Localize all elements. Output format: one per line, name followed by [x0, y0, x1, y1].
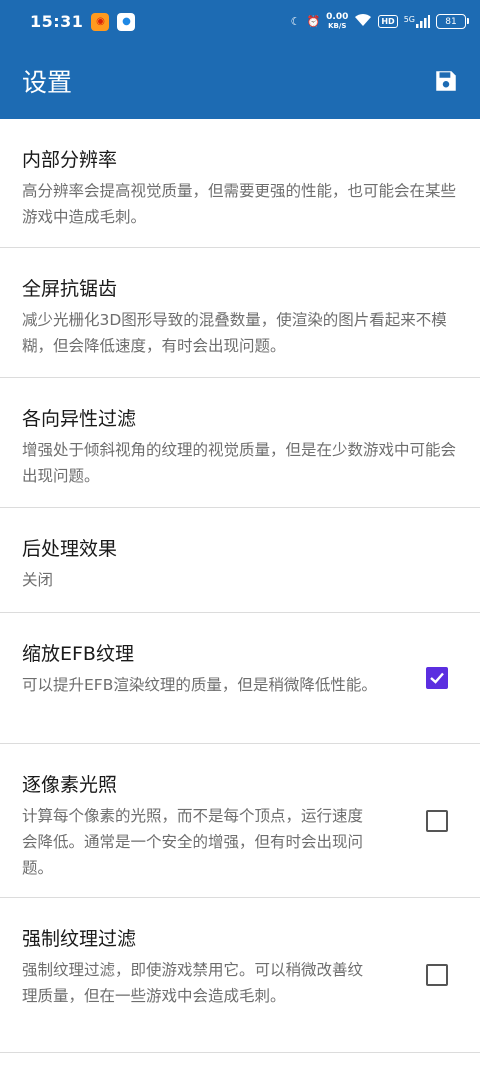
setting-scale-efb-texture[interactable]: 缩放EFB纹理 可以提升EFB渲染纹理的质量，但是稍微降低性能。 — [0, 613, 480, 744]
setting-title: 强制纹理过滤 — [22, 928, 137, 950]
per-pixel-lighting-checkbox[interactable] — [426, 810, 448, 832]
setting-per-pixel-lighting[interactable]: 逐像素光照 计算每个像素的光照，而不是每个顶点，运行速度会降低。通常是一个安全的… — [0, 744, 480, 898]
setting-summary: 强制纹理过滤，即使游戏禁用它。可以稍微改善纹理质量，但在一些游戏中会造成毛刺。 — [22, 961, 364, 1005]
setting-title: 全屏抗锯齿 — [22, 278, 118, 300]
qq-notification-icon: ● — [117, 12, 136, 31]
setting-summary: 可以提升EFB渲染纹理的质量，但是稍微降低性能。 — [22, 676, 377, 694]
status-bar: 15:31 ◉ ● ☾ ⏰ 0.00 KB/S HD 5G 81 — [0, 0, 480, 43]
setting-summary: 高分辨率会提高视觉质量，但需要更强的性能，也可能会在某些游戏中造成毛刺。 — [22, 182, 457, 226]
setting-anisotropic-filtering[interactable]: 各向异性过滤 增强处于倾斜视角的纹理的视觉质量，但是在少数游戏中可能会出现问题。 — [0, 378, 480, 508]
setting-post-processing[interactable]: 后处理效果 关闭 — [0, 508, 480, 613]
setting-force-texture-filtering[interactable]: 强制纹理过滤 强制纹理过滤，即使游戏禁用它。可以稍微改善纹理质量，但在一些游戏中… — [0, 898, 480, 1053]
force-texture-filtering-checkbox[interactable] — [426, 964, 448, 986]
battery-indicator: 81 — [436, 14, 469, 29]
network-speed: 0.00 KB/S — [326, 11, 349, 31]
scale-efb-texture-checkbox[interactable] — [426, 667, 448, 689]
status-indicators: ☾ ⏰ 0.00 KB/S HD 5G 81 — [290, 11, 469, 31]
setting-summary: 减少光栅化3D图形导致的混叠数量，使渲染的图片看起来不模糊，但会降低速度，有时会… — [22, 311, 447, 355]
save-button[interactable] — [432, 67, 460, 95]
app-bar: 设置 — [0, 43, 480, 119]
do-not-disturb-icon: ☾ — [290, 15, 301, 28]
network-speed-unit: KB/S — [328, 21, 347, 30]
checkmark-icon — [430, 672, 444, 684]
setting-internal-resolution[interactable]: 内部分辨率 高分辨率会提高视觉质量，但需要更强的性能，也可能会在某些游戏中造成毛… — [0, 119, 480, 248]
setting-title: 各向异性过滤 — [22, 408, 137, 430]
settings-list: 内部分辨率 高分辨率会提高视觉质量，但需要更强的性能，也可能会在某些游戏中造成毛… — [0, 119, 480, 1053]
wifi-icon — [354, 13, 372, 30]
setting-title: 后处理效果 — [22, 538, 118, 560]
alarm-icon: ⏰ — [306, 15, 321, 28]
network-type: 5G — [403, 15, 415, 24]
page-title: 设置 — [22, 68, 73, 97]
setting-title: 内部分辨率 — [22, 149, 118, 171]
hd-badge: HD — [378, 15, 398, 28]
cellular-signal-icon: 5G — [404, 15, 430, 28]
setting-summary: 关闭 — [22, 571, 54, 589]
setting-summary: 增强处于倾斜视角的纹理的视觉质量，但是在少数游戏中可能会出现问题。 — [22, 441, 457, 485]
setting-summary: 计算每个像素的光照，而不是每个顶点，运行速度会降低。通常是一个安全的增强，但有时… — [22, 807, 364, 877]
setting-title: 逐像素光照 — [22, 774, 118, 796]
setting-title: 缩放EFB纹理 — [22, 643, 134, 665]
weibo-icon: ◉ — [91, 12, 110, 31]
save-icon — [436, 71, 456, 91]
network-speed-value: 0.00 — [326, 11, 349, 22]
setting-fullscreen-antialiasing[interactable]: 全屏抗锯齿 减少光栅化3D图形导致的混叠数量，使渲染的图片看起来不模糊，但会降低… — [0, 248, 480, 378]
status-time: 15:31 — [30, 12, 84, 31]
